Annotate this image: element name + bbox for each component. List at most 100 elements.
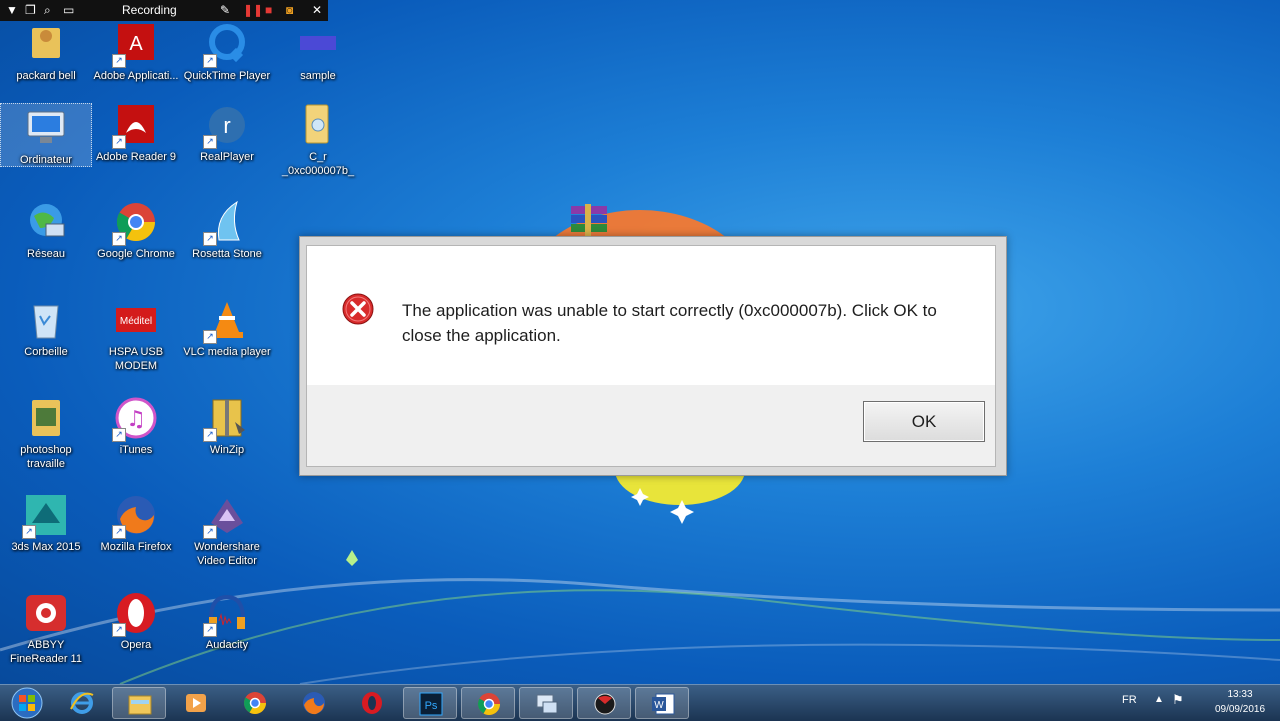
taskbar-chrome[interactable] [228, 687, 282, 719]
network-connection-icon [534, 692, 560, 716]
dropdown-icon[interactable]: ▼ [6, 3, 18, 17]
pen-icon[interactable]: ✎ [220, 3, 230, 17]
taskbar-internet-explorer[interactable] [55, 687, 109, 719]
firefox-icon: ↗ [112, 493, 158, 539]
desktop-icon-hspa-usb-modem[interactable]: Méditel HSPA USB MODEM [90, 298, 182, 373]
dialog-content: The application was unable to start corr… [307, 246, 995, 385]
recording-toolbar: ▼ ❐ ⌕ ▭ Recording ✎ ❚❚ ■ ◙ ✕ [0, 0, 328, 21]
desktop-icon-wondershare[interactable]: ↗ Wondershare Video Editor [181, 493, 273, 568]
desktop-icon-vlc[interactable]: ↗ VLC media player [181, 298, 273, 359]
desktop-icon-itunes[interactable]: ♫ ↗ iTunes [90, 396, 182, 457]
magnifier-icon[interactable]: ⌕ [44, 3, 51, 18]
taskbar-media-player[interactable] [169, 687, 223, 719]
taskbar-photoshop[interactable]: Ps [403, 687, 457, 719]
error-dialog: The application was unable to start corr… [299, 236, 1007, 476]
folder-user-icon [24, 22, 68, 66]
network-globe-icon [24, 200, 68, 244]
desktop-icon-realplayer[interactable]: r ↗ RealPlayer [181, 103, 273, 164]
error-message: The application was unable to start corr… [402, 301, 937, 345]
recording-label: Recording [122, 3, 177, 17]
fullscreen-icon[interactable]: ▭ [63, 3, 74, 17]
winzip-icon: ↗ [203, 396, 249, 442]
chrome-icon [242, 691, 268, 715]
abbyy-icon [24, 591, 68, 635]
desktop-icon-sample[interactable]: sample [272, 22, 364, 83]
taskbar: Ps W FR ▲ ⚑ 13:33 09/09/2016 [0, 684, 1280, 721]
taskbar-recorder[interactable] [577, 687, 631, 719]
taskbar-opera[interactable] [345, 687, 399, 719]
clock-date[interactable]: 09/09/2016 [1205, 704, 1275, 715]
word-icon: W [650, 692, 676, 716]
svg-text:A: A [129, 33, 143, 55]
opera-icon [359, 691, 385, 715]
rosetta-stone-icon: ↗ [203, 200, 249, 246]
realplayer-icon: r ↗ [203, 103, 249, 149]
audacity-headphones-icon: ↗ [203, 591, 249, 637]
desktop-icon-cr-file[interactable]: C_r _0xc000007b_ [272, 103, 364, 178]
svg-text:Ps: Ps [425, 700, 438, 712]
taskbar-explorer[interactable] [112, 687, 166, 719]
pause-icon[interactable]: ❚❚ [243, 3, 263, 17]
internet-explorer-icon [69, 691, 95, 715]
error-icon [342, 293, 374, 325]
meditel-icon: Méditel [114, 298, 158, 342]
quicktime-icon: ↗ [203, 22, 249, 68]
close-icon[interactable]: ✕ [312, 3, 322, 17]
desktop-icon-reseau[interactable]: Réseau [0, 200, 92, 261]
desktop-icon-opera[interactable]: ↗ Opera [90, 591, 182, 652]
svg-text:♫: ♫ [126, 407, 146, 432]
desktop-icon-abbyy[interactable]: ABBYY FineReader 11 [0, 591, 92, 666]
desktop-icon-rosetta-stone[interactable]: ↗ Rosetta Stone [181, 200, 273, 261]
action-center-flag-icon[interactable]: ⚑ [1172, 692, 1184, 708]
folder-icon [24, 396, 68, 440]
svg-text:W: W [654, 700, 664, 711]
opera-icon: ↗ [112, 591, 158, 637]
stop-icon[interactable]: ■ [265, 3, 272, 17]
desktop-icon-ordinateur[interactable]: Ordinateur [0, 103, 92, 167]
desktop-icon-packard-bell[interactable]: packard bell [0, 22, 92, 83]
3ds-max-icon: ↗ [22, 493, 68, 539]
taskbar-chrome-window[interactable] [461, 687, 515, 719]
show-hidden-icons-icon[interactable]: ▲ [1154, 694, 1164, 705]
adobe-reader-icon: ↗ [112, 103, 158, 149]
desktop-icon-winzip[interactable]: ↗ WinZip [181, 396, 273, 457]
computer-icon [24, 106, 68, 150]
desktop-icon-quicktime-player[interactable]: ↗ QuickTime Player [181, 22, 273, 83]
ok-button[interactable]: OK [863, 401, 985, 442]
desktop-icon-photoshop-travaille[interactable]: photoshop travaille [0, 396, 92, 471]
start-button[interactable] [2, 686, 52, 720]
language-indicator[interactable]: FR [1122, 694, 1137, 706]
desktop-icon-google-chrome[interactable]: ↗ Google Chrome [90, 200, 182, 261]
chrome-icon [476, 692, 502, 716]
desktop-icon-mozilla-firefox[interactable]: ↗ Mozilla Firefox [90, 493, 182, 554]
recycle-bin-icon [24, 298, 68, 342]
taskbar-word[interactable]: W [635, 687, 689, 719]
image-file-icon [296, 22, 340, 66]
chrome-icon: ↗ [112, 200, 158, 246]
folder-search-icon [296, 103, 340, 147]
photoshop-icon: Ps [418, 692, 444, 716]
desktop-icon-adobe-reader[interactable]: ↗ Adobe Reader 9 [90, 103, 182, 164]
desktop-icon-audacity[interactable]: ↗ Audacity [181, 591, 273, 652]
media-player-icon [183, 691, 209, 715]
restore-icon[interactable]: ❐ [25, 3, 36, 17]
desktop-icon-corbeille[interactable]: Corbeille [0, 298, 92, 359]
taskbar-network-connection[interactable] [519, 687, 573, 719]
desktop-icon-adobe-application[interactable]: A ↗ Adobe Applicati... [90, 22, 182, 83]
svg-text:Méditel: Méditel [120, 316, 152, 327]
dialog-body: The application was unable to start corr… [306, 245, 996, 467]
firefox-icon [301, 691, 327, 715]
taskbar-firefox[interactable] [287, 687, 341, 719]
camera-icon[interactable]: ◙ [286, 3, 293, 17]
svg-text:r: r [223, 113, 230, 138]
wondershare-icon: ↗ [203, 493, 249, 539]
adobe-icon: A ↗ [112, 22, 158, 68]
vlc-cone-icon: ↗ [203, 298, 249, 344]
system-tray: FR ▲ ⚑ 13:33 09/09/2016 [1110, 685, 1280, 721]
file-explorer-icon [127, 692, 153, 716]
screen-recorder-icon [592, 692, 618, 716]
desktop-icon-3ds-max[interactable]: ↗ 3ds Max 2015 [0, 493, 92, 554]
itunes-icon: ♫ ↗ [112, 396, 158, 442]
winrar-icon [569, 204, 613, 238]
clock-time[interactable]: 13:33 [1210, 689, 1270, 700]
